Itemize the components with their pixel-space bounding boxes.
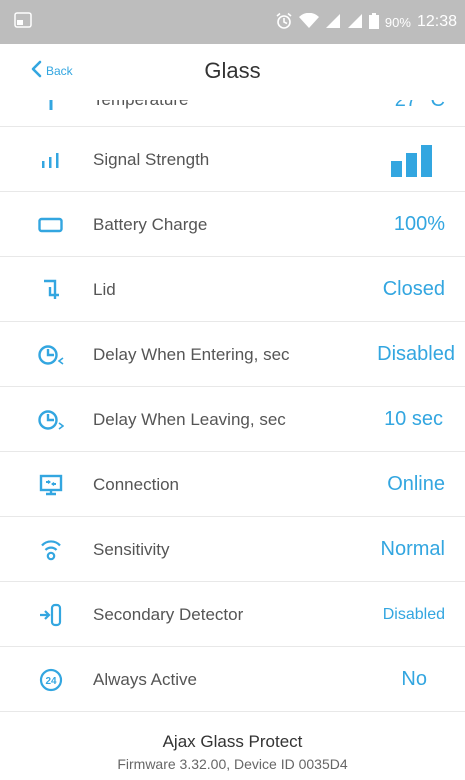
row-label: Connection: [93, 475, 180, 494]
sensitivity-wave-icon: [38, 537, 64, 563]
row-value: Online: [387, 473, 445, 495]
row-signal-strength[interactable]: Signal Strength: [0, 127, 465, 192]
firmware-info: Firmware 3.32.00, Device ID 0035D4: [117, 756, 348, 772]
row-label: Signal Strength: [93, 150, 210, 169]
row-lid[interactable]: Lid Closed: [0, 257, 465, 322]
row-value: Closed: [382, 278, 445, 300]
row-label: Battery Charge: [93, 215, 208, 234]
row-value: Disabled: [377, 343, 455, 365]
svg-text:24: 24: [45, 676, 57, 687]
row-value: Normal: [380, 538, 445, 560]
device-name: Ajax Glass Protect: [162, 732, 303, 751]
row-delay-entering[interactable]: Delay When Entering, sec Disabled: [0, 322, 465, 387]
row-value: 10 sec: [384, 408, 443, 430]
row-value: 100%: [393, 213, 445, 235]
row-label: Delay When Leaving, sec: [93, 410, 286, 429]
battery-status-icon: [368, 12, 379, 32]
wifi-icon: [298, 12, 319, 32]
row-label: Delay When Entering, sec: [93, 345, 290, 364]
alarm-icon: [275, 12, 293, 33]
lid-icon: [38, 277, 64, 303]
row-temperature[interactable]: Temperature 27 °C: [0, 100, 465, 127]
nav-bar: Back Glass: [0, 44, 465, 100]
row-label: Always Active: [93, 670, 197, 689]
status-bar: 90% 12:38: [0, 0, 465, 44]
row-always-active[interactable]: 24 Always Active No: [0, 647, 465, 712]
row-connection[interactable]: Connection Online: [0, 452, 465, 517]
row-battery-charge[interactable]: Battery Charge 100%: [0, 192, 465, 257]
always-active-24-icon: 24: [38, 667, 64, 693]
battery-icon: [38, 212, 64, 238]
timer-leaving-icon: [38, 407, 64, 433]
cell-signal-2-icon: [347, 13, 363, 32]
battery-percent: 90%: [384, 14, 411, 30]
row-label: Lid: [93, 280, 116, 299]
timer-entering-icon: [38, 342, 64, 368]
row-label: Secondary Detector: [93, 605, 244, 624]
gallery-notification-icon: [14, 12, 32, 33]
thermometer-icon: [38, 100, 64, 118]
device-info-footer: Ajax Glass Protect Firmware 3.32.00, Dev…: [0, 720, 465, 772]
secondary-detector-icon: [38, 602, 64, 628]
signal-bars-icon: [391, 145, 433, 177]
row-label: Sensitivity: [93, 540, 170, 559]
device-settings-list: Temperature 27 °C Signal Strength Batter…: [0, 100, 465, 715]
cell-signal-icon: [325, 13, 341, 32]
row-value: Disabled: [382, 606, 445, 623]
clock: 12:38: [416, 13, 457, 30]
row-value: No: [401, 668, 427, 690]
row-sensitivity[interactable]: Sensitivity Normal: [0, 517, 465, 582]
connection-monitor-icon: [38, 472, 64, 498]
signal-strength-icon: [38, 147, 64, 173]
row-delay-leaving[interactable]: Delay When Leaving, sec 10 sec: [0, 387, 465, 452]
row-secondary-detector[interactable]: Secondary Detector Disabled: [0, 582, 465, 647]
page-title: Glass: [204, 58, 261, 83]
